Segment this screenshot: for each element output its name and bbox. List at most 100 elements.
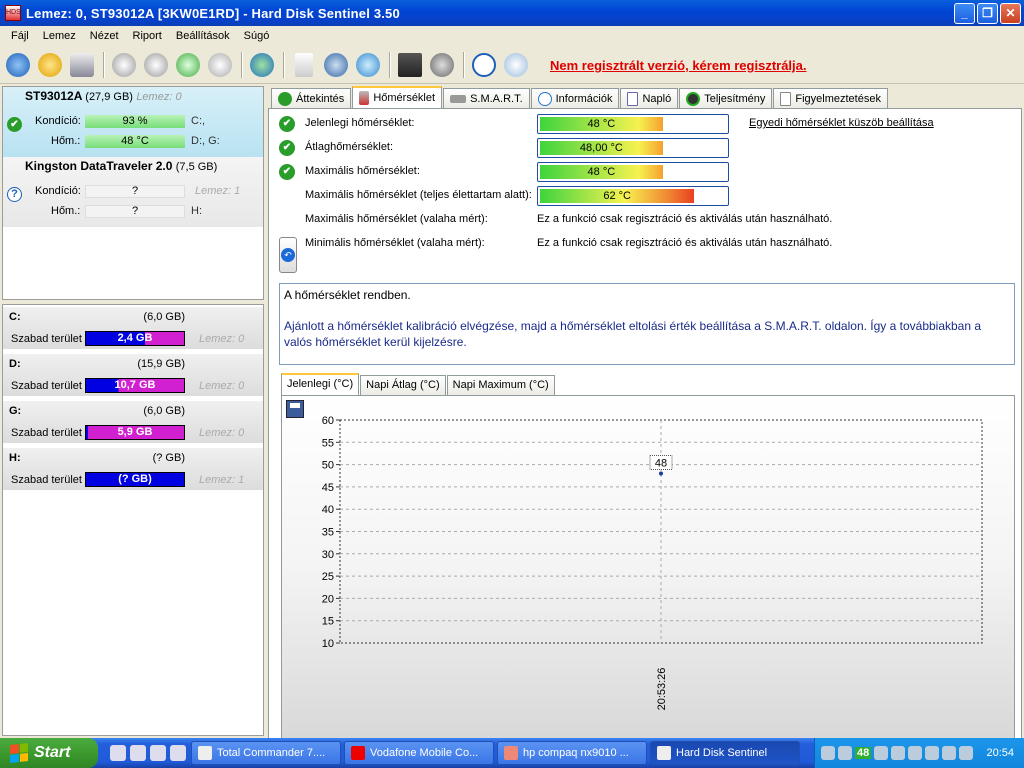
partition-capacity: (6,0 GB)	[143, 311, 185, 323]
menu-report[interactable]: Riport	[126, 30, 169, 42]
app-icon[interactable]: HDS	[5, 5, 21, 21]
max-ever-temp-row: Maximális hőmérséklet (valaha mért): Ez …	[277, 209, 1017, 231]
tool2-button[interactable]	[141, 50, 171, 80]
quicklaunch-icon[interactable]	[130, 745, 146, 761]
disk-icon	[70, 52, 94, 77]
wrench-check-icon	[176, 52, 200, 77]
tab-information[interactable]: Információk	[530, 88, 620, 108]
task-total-commander[interactable]: Total Commander 7....	[191, 741, 341, 765]
task-label: hp compaq nx9010 ...	[523, 747, 629, 759]
info-icon	[537, 91, 552, 106]
tab-temperature[interactable]: Hőmérséklet	[352, 86, 443, 108]
disk-button[interactable]	[67, 50, 97, 80]
register-link[interactable]: Nem regisztrált verzió, kérem regisztrál…	[550, 58, 807, 73]
data-point	[659, 471, 663, 476]
custom-threshold-link[interactable]: Egyedi hőmérséklet küszöb beállítása	[749, 117, 934, 129]
partition-d[interactable]: D: (15,9 GB) Szabad terület 10,7 GB Leme…	[3, 354, 263, 398]
close-button[interactable]: ✕	[1000, 3, 1021, 24]
y-tick-label: 15	[322, 616, 334, 628]
shield-icon[interactable]	[925, 746, 940, 760]
firefox-icon	[504, 746, 518, 760]
network-button[interactable]	[353, 50, 383, 80]
sync-button[interactable]	[321, 50, 351, 80]
tab-smart[interactable]: S.M.A.R.T.	[443, 88, 530, 108]
help-button[interactable]	[469, 50, 499, 80]
disk-entry-0[interactable]: ST93012A (27,9 GB) Lemez: 0 ✔ Kondíció: …	[3, 87, 263, 157]
temperature-chart: 10 15 20 25 30 35 40 45 50 55 60 20:53:26 48	[281, 395, 1015, 741]
app-icon	[657, 746, 671, 760]
y-tick-label: 10	[322, 638, 334, 650]
menu-help[interactable]: Súgó	[237, 30, 277, 42]
menu-view[interactable]: Nézet	[83, 30, 126, 42]
tab-daily-avg[interactable]: Napi Átlag (°C)	[360, 375, 446, 395]
task-firefox[interactable]: hp compaq nx9010 ...	[497, 741, 647, 765]
health-label: Kondíció:	[35, 115, 81, 127]
partition-capacity: (15,9 GB)	[137, 358, 185, 370]
info-button[interactable]	[501, 50, 531, 80]
report-button[interactable]	[289, 50, 319, 80]
speaker-icon	[430, 52, 454, 77]
tab-log[interactable]: Napló	[620, 88, 679, 108]
start-label: Start	[34, 744, 71, 761]
tab-daily-max[interactable]: Napi Maximum (°C)	[446, 375, 555, 395]
task-hard-disk-sentinel[interactable]: Hard Disk Sentinel	[650, 741, 800, 765]
main-tabs: Áttekintés Hőmérséklet S.M.A.R.T. Inform…	[268, 86, 1022, 108]
disk-size: (27,9 GB)	[85, 91, 133, 103]
menu-file[interactable]: Fájl	[4, 30, 36, 42]
quicklaunch-icon[interactable]	[110, 745, 126, 761]
thermometer-icon	[359, 91, 370, 105]
maximize-button[interactable]: ❐	[977, 3, 998, 24]
partition-disk: Lemez: 1	[199, 474, 245, 486]
y-tick-label: 60	[322, 415, 334, 427]
tab-label: Napló	[642, 92, 672, 105]
max-temp-bar: 48 °C	[537, 162, 729, 182]
globe-icon	[250, 52, 274, 77]
menu-disk[interactable]: Lemez	[36, 30, 83, 42]
document-icon	[627, 91, 639, 106]
free-space-bar: (? GB)	[85, 472, 185, 487]
refresh-button[interactable]	[3, 50, 33, 80]
disk-entry-1[interactable]: Kingston DataTraveler 2.0 (7,5 GB) ? Kon…	[3, 157, 263, 227]
disk-drives: H:	[191, 205, 202, 217]
tool1-button[interactable]	[109, 50, 139, 80]
check-icon	[278, 91, 292, 106]
partition-h[interactable]: H: (? GB) Szabad terület (? GB) Lemez: 1	[3, 448, 263, 492]
help-icon[interactable]	[821, 746, 835, 760]
tab-current[interactable]: Jelenlegi (°C)	[281, 373, 360, 395]
wrench-icon	[144, 52, 168, 77]
tool3-button[interactable]	[173, 50, 203, 80]
minimize-button[interactable]: _	[954, 3, 975, 24]
alert-button[interactable]	[35, 50, 65, 80]
avg-temp-value: 48,00 °C	[540, 141, 663, 155]
network-icon[interactable]	[891, 746, 906, 760]
current-temp-bar: 48 °C	[537, 114, 729, 134]
network-icon[interactable]	[874, 746, 889, 760]
ie-icon[interactable]	[150, 745, 166, 761]
min-ever-temp-value: Ez a funkció csak regisztráció és aktivá…	[537, 237, 833, 249]
disk-list: ST93012A (27,9 GB) Lemez: 0 ✔ Kondíció: …	[2, 86, 264, 300]
chevron-left-icon[interactable]	[838, 746, 852, 760]
quicklaunch-icon[interactable]	[170, 745, 186, 761]
menu-settings[interactable]: Beállítások	[169, 30, 237, 42]
tab-alerts[interactable]: Figyelmeztetések	[773, 88, 888, 108]
partition-g[interactable]: G: (6,0 GB) Szabad terület 5,9 GB Lemez:…	[3, 401, 263, 445]
tool4-button[interactable]	[205, 50, 235, 80]
tray-temperature[interactable]: 48	[855, 747, 872, 759]
tab-performance[interactable]: Teljesítmény	[679, 88, 773, 108]
start-button[interactable]: Start	[0, 738, 98, 768]
monitor-button[interactable]	[395, 50, 425, 80]
partition-letter: C:	[9, 311, 21, 323]
partition-c[interactable]: C: (6,0 GB) Szabad terület 2,4 GB Lemez:…	[3, 307, 263, 351]
web-button[interactable]	[247, 50, 277, 80]
toolbar-separator	[389, 51, 391, 78]
sound-button[interactable]	[427, 50, 457, 80]
tray-app-icon[interactable]	[942, 746, 957, 760]
tray-app-icon[interactable]	[959, 746, 974, 760]
tab-overview[interactable]: Áttekintés	[271, 88, 352, 108]
network-icon[interactable]	[908, 746, 923, 760]
chart-svg: 10 15 20 25 30 35 40 45 50 55 60 20:53:26 48	[322, 415, 983, 710]
task-vodafone[interactable]: Vodafone Mobile Co...	[344, 741, 494, 765]
chart-tabs: Jelenlegi (°C) Napi Átlag (°C) Napi Maxi…	[281, 373, 556, 395]
title-bar[interactable]: HDS Lemez: 0, ST93012A [3KW0E1RD] - Hard…	[0, 0, 1024, 26]
clock: 20:54	[986, 747, 1014, 759]
